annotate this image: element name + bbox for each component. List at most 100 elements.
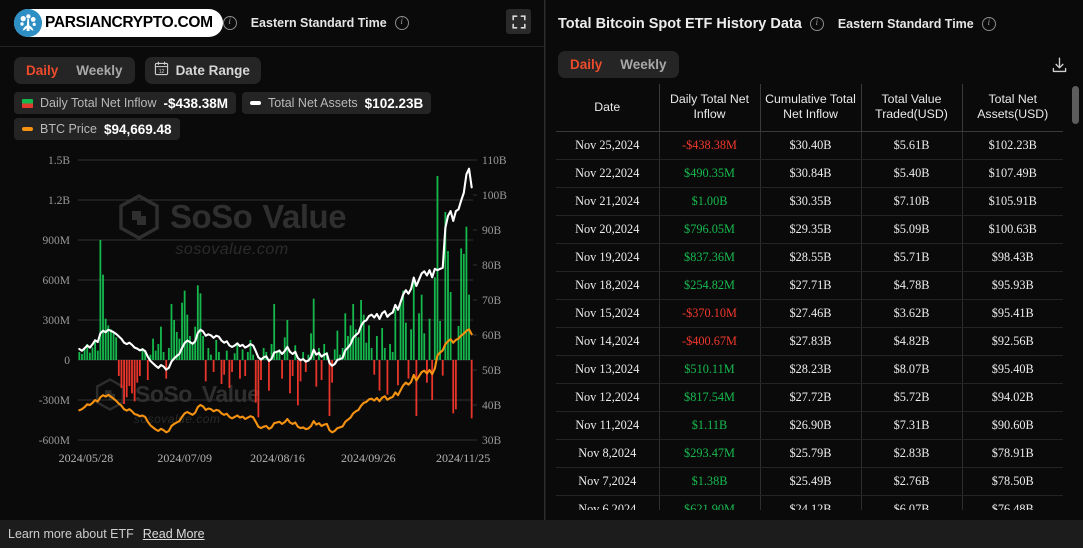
cell-total-net-assets: $102.23B: [962, 131, 1063, 160]
cell-daily-net-inflow: $293.47M: [659, 439, 761, 468]
cell-daily-net-inflow: -$400.67M: [659, 327, 761, 356]
cell-total-value-traded: $5.71B: [861, 243, 963, 272]
chart-period-daily[interactable]: Daily: [17, 57, 67, 84]
cell-total-value-traded: $6.07B: [861, 495, 963, 510]
cell-total-value-traded: $4.82B: [861, 327, 963, 356]
calendar-icon: 12: [154, 61, 169, 81]
brand-watermark: PARSIANCRYPTO.COM: [14, 9, 223, 37]
svg-text:12: 12: [158, 68, 164, 74]
cell-daily-net-inflow: $837.36M: [659, 243, 761, 272]
etf-flow-chart[interactable]: SoSo Value sosovalue.com SoSo Value soso…: [0, 146, 545, 486]
cell-date: Nov 7,2024: [556, 467, 660, 496]
col-header-daily-net-inflow[interactable]: Daily Total Net Inflow: [659, 84, 761, 132]
legend-label-btc-price: BTC Price: [40, 122, 97, 136]
table-period-daily[interactable]: Daily: [561, 51, 611, 78]
download-icon[interactable]: [1047, 53, 1071, 77]
table-timezone-info-icon[interactable]: i: [981, 16, 996, 31]
table-period-toggle[interactable]: Daily Weekly: [558, 51, 679, 78]
table-row[interactable]: Nov 20,2024 $796.05M $29.35B $5.09B $100.63B: [556, 215, 1063, 244]
cell-total-value-traded: $8.07B: [861, 355, 963, 384]
table-row[interactable]: Nov 18,2024 $254.82M $27.71B $4.78B $95.93B: [556, 271, 1063, 300]
cell-daily-net-inflow: $1.38B: [659, 467, 761, 496]
table-row[interactable]: Nov 6,2024 $621.90M $24.12B $6.07B $76.48B: [556, 495, 1063, 510]
col-header-date[interactable]: Date: [556, 84, 660, 132]
svg-text:1.5B: 1.5B: [48, 155, 70, 167]
cell-daily-net-inflow: -$438.38M: [659, 131, 761, 160]
cell-total-value-traded: $2.83B: [861, 439, 963, 468]
cell-date: Nov 22,2024: [556, 159, 660, 188]
table-row[interactable]: Nov 19,2024 $837.36M $28.55B $5.71B $98.43B: [556, 243, 1063, 272]
table-row[interactable]: Nov 12,2024 $817.54M $27.72B $5.72B $94.02B: [556, 383, 1063, 412]
table-row[interactable]: Nov 14,2024 -$400.67M $27.83B $4.82B $92.56B: [556, 327, 1063, 356]
history-table-scroll-area[interactable]: Date Daily Total Net Inflow Cumulative T…: [556, 84, 1073, 510]
date-range-button[interactable]: 12 Date Range: [144, 57, 261, 84]
cell-daily-net-inflow: $1.11B: [659, 411, 761, 440]
legend-item-net-assets[interactable]: Total Net Assets $102.23B: [242, 92, 432, 114]
table-panel-header: Total Bitcoin Spot ETF History Data i Ea…: [546, 0, 1083, 47]
chart-toolbar: Daily Weekly 12 Date Range: [0, 47, 544, 84]
fullscreen-expand-icon[interactable]: [506, 9, 531, 34]
chart-period-toggle[interactable]: Daily Weekly: [14, 57, 135, 84]
cell-total-net-assets: $94.02B: [962, 383, 1063, 412]
cell-total-net-assets: $100.63B: [962, 215, 1063, 244]
table-row[interactable]: Nov 22,2024 $490.35M $30.84B $5.40B $107.49B: [556, 159, 1063, 188]
app-root: PARSIANCRYPTO.COM i Eastern Standard Tim…: [0, 0, 1083, 548]
table-row[interactable]: Nov 8,2024 $293.47M $25.79B $2.83B $78.91B: [556, 439, 1063, 468]
cell-date: Nov 8,2024: [556, 439, 660, 468]
cell-cumulative-net-inflow: $25.49B: [760, 467, 862, 496]
legend-marker-btc-price-icon: [22, 127, 33, 131]
cell-daily-net-inflow: $1.00B: [659, 187, 761, 216]
date-range-label: Date Range: [175, 63, 250, 78]
legend-label-net-assets: Total Net Assets: [268, 96, 358, 110]
table-row[interactable]: Nov 15,2024 -$370.10M $27.46B $3.62B $95.41B: [556, 299, 1063, 328]
chart-panel-header: PARSIANCRYPTO.COM i Eastern Standard Tim…: [0, 0, 544, 47]
table-scrollbar[interactable]: [1072, 86, 1079, 506]
cell-total-net-assets: $95.41B: [962, 299, 1063, 328]
cell-cumulative-net-inflow: $28.23B: [760, 355, 862, 384]
cell-date: Nov 18,2024: [556, 271, 660, 300]
cell-cumulative-net-inflow: $28.55B: [760, 243, 862, 272]
legend-value-net-assets: $102.23B: [364, 95, 424, 111]
table-period-weekly[interactable]: Weekly: [611, 51, 675, 78]
cell-cumulative-net-inflow: $29.35B: [760, 215, 862, 244]
footer-bar: Learn more about ETF Read More: [0, 520, 1083, 548]
cell-daily-net-inflow: $510.11M: [659, 355, 761, 384]
legend-item-net-inflow[interactable]: Daily Total Net Inflow -$438.38M: [14, 92, 237, 114]
svg-text:2024/09/26: 2024/09/26: [341, 451, 396, 465]
brand-info-icon[interactable]: i: [222, 16, 237, 30]
table-body: Nov 25,2024 -$438.38M $30.40B $5.61B $102.23…: [556, 131, 1063, 510]
chart-timezone-info-icon[interactable]: i: [394, 16, 409, 30]
col-header-cumulative-net-inflow[interactable]: Cumulative Total Net Inflow: [760, 84, 862, 132]
table-scrollbar-thumb[interactable]: [1072, 86, 1079, 124]
table-row[interactable]: Nov 21,2024 $1.00B $30.35B $7.10B $105.91B: [556, 187, 1063, 216]
chart-panel: PARSIANCRYPTO.COM i Eastern Standard Tim…: [0, 0, 545, 520]
svg-text:2024/11/25: 2024/11/25: [436, 451, 490, 465]
cell-cumulative-net-inflow: $26.90B: [760, 411, 862, 440]
table-row[interactable]: Nov 7,2024 $1.38B $25.49B $2.76B $78.50B: [556, 467, 1063, 496]
table-row[interactable]: Nov 11,2024 $1.11B $26.90B $7.31B $90.60B: [556, 411, 1063, 440]
col-header-total-net-assets[interactable]: Total Net Assets(USD): [962, 84, 1063, 132]
table-title-info-icon[interactable]: i: [809, 16, 824, 31]
table-row[interactable]: Nov 25,2024 -$438.38M $30.40B $5.61B $102.23…: [556, 131, 1063, 160]
table-timezone-label: Eastern Standard Time: [837, 16, 974, 31]
cell-cumulative-net-inflow: $27.83B: [760, 327, 862, 356]
cell-total-value-traded: $7.31B: [861, 411, 963, 440]
cell-total-net-assets: $95.40B: [962, 355, 1063, 384]
svg-text:100B: 100B: [482, 190, 507, 202]
col-header-total-value-traded[interactable]: Total Value Traded(USD): [861, 84, 963, 132]
svg-text:2024/08/16: 2024/08/16: [250, 451, 305, 465]
footer-text: Learn more about ETF: [8, 527, 134, 541]
legend-item-btc-price[interactable]: BTC Price $94,669.48: [14, 118, 180, 140]
table-row[interactable]: Nov 13,2024 $510.11M $28.23B $8.07B $95.40B: [556, 355, 1063, 384]
chart-legend: Daily Total Net Inflow -$438.38M Total N…: [0, 84, 544, 140]
read-more-link[interactable]: Read More: [143, 527, 205, 541]
cell-date: Nov 6,2024: [556, 495, 660, 510]
legend-label-net-inflow: Daily Total Net Inflow: [40, 96, 157, 110]
chart-period-weekly[interactable]: Weekly: [67, 57, 131, 84]
cell-date: Nov 25,2024: [556, 131, 660, 160]
cell-total-value-traded: $7.10B: [861, 187, 963, 216]
etf-history-table: Date Daily Total Net Inflow Cumulative T…: [556, 84, 1063, 510]
cell-total-value-traded: $5.09B: [861, 215, 963, 244]
cell-total-value-traded: $5.40B: [861, 159, 963, 188]
svg-text:50B: 50B: [482, 365, 502, 377]
